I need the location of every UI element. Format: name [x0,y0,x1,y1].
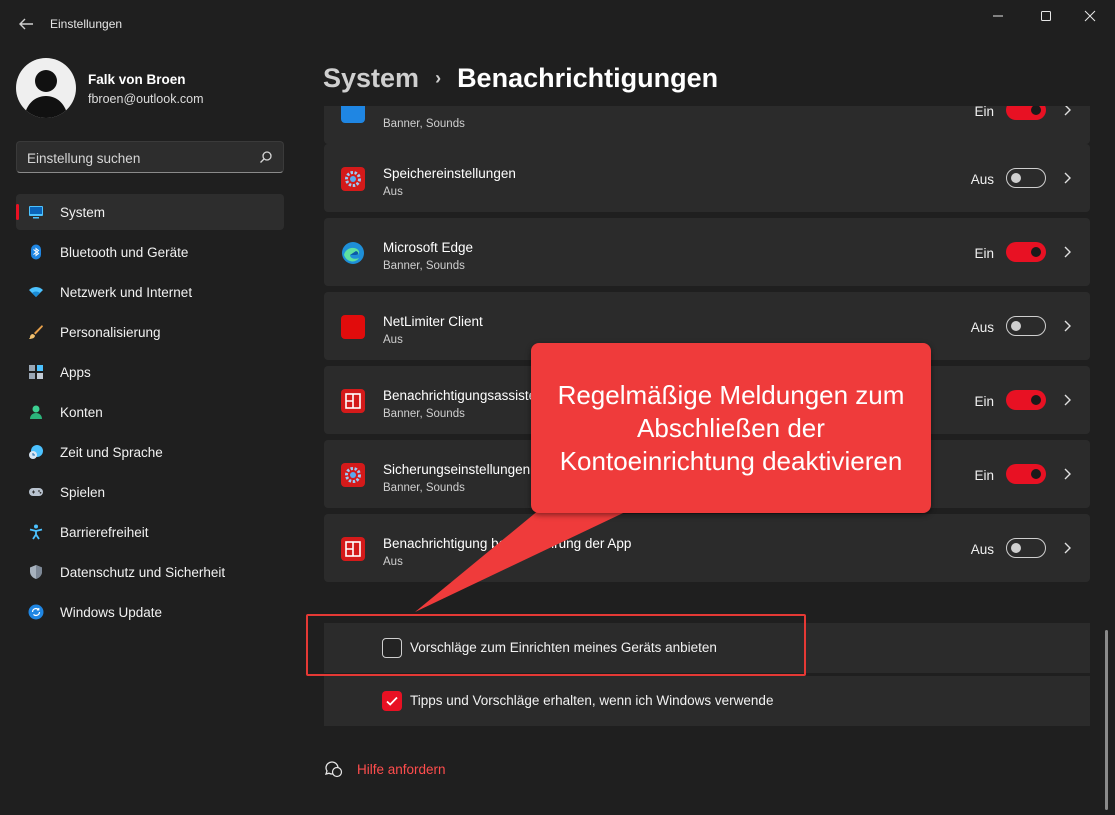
callout-text: Regelmäßige Meldungen zum Abschließen de… [557,379,905,476]
callout-bubble: Regelmäßige Meldungen zum Abschließen de… [531,343,931,513]
